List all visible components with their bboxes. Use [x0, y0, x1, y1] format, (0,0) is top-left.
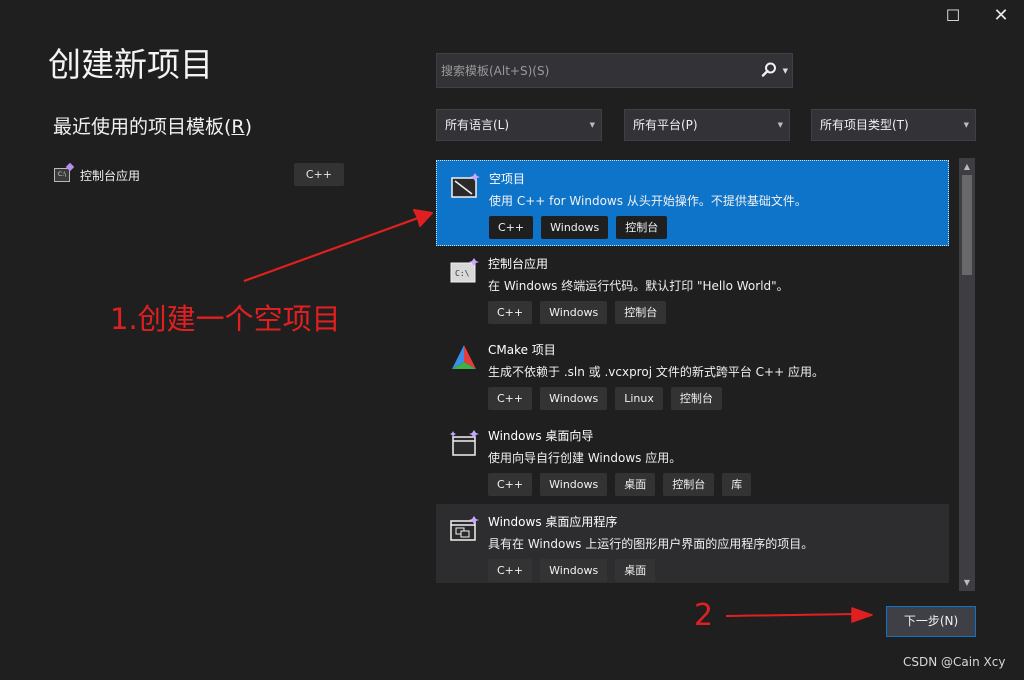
- template-title: Windows 桌面向导: [488, 429, 594, 443]
- search-icon[interactable]: [760, 61, 778, 79]
- tag: 控制台: [615, 301, 667, 324]
- template-list-scrollbar[interactable]: ▲ ▼: [959, 158, 975, 591]
- console-app-icon: C:\: [450, 258, 479, 283]
- template-card-cmake-project[interactable]: CMake 项目 生成不依赖于 .sln 或 .vcxproj 文件的新式跨平台…: [436, 332, 949, 418]
- tag: 库: [722, 473, 752, 496]
- watermark: CSDN @Cain Xcy: [903, 655, 1006, 669]
- template-card-windows-desktop-wizard[interactable]: Windows 桌面向导 使用向导自行创建 Windows 应用。 C++ Wi…: [436, 418, 949, 504]
- template-title: 空项目: [489, 172, 526, 186]
- search-input[interactable]: [437, 54, 757, 87]
- empty-project-icon: [451, 173, 480, 198]
- template-card-windows-desktop-app[interactable]: Windows 桌面应用程序 具有在 Windows 上运行的图形用户界面的应用…: [436, 504, 949, 583]
- tag: C++: [489, 216, 534, 239]
- template-tags: C++ Windows Linux 控制台: [488, 387, 722, 410]
- project-type-filter-dropdown[interactable]: 所有项目类型(T) ▼: [811, 109, 976, 141]
- windows-wizard-icon: [450, 430, 479, 456]
- template-title: 控制台应用: [488, 257, 549, 271]
- chevron-down-icon: ▼: [963, 121, 969, 129]
- platform-filter-value: 所有平台(P): [633, 118, 698, 132]
- template-tags: C++ Windows 桌面 控制台 库: [488, 473, 752, 496]
- language-badge: C++: [293, 163, 344, 186]
- scroll-down-icon[interactable]: ▼: [959, 578, 975, 587]
- template-card-empty-project[interactable]: 空项目 使用 C++ for Windows 从头开始操作。不提供基础文件。 C…: [436, 160, 949, 246]
- chevron-down-icon: ▼: [777, 121, 783, 129]
- tag: Windows: [541, 216, 609, 239]
- template-description: 生成不依赖于 .sln 或 .vcxproj 文件的新式跨平台 C++ 应用。: [488, 365, 824, 379]
- scroll-up-icon[interactable]: ▲: [959, 162, 975, 171]
- project-type-filter-value: 所有项目类型(T): [820, 118, 909, 132]
- chevron-down-icon[interactable]: ▼: [783, 67, 788, 75]
- template-tags: C++ Windows 桌面: [488, 559, 656, 582]
- recent-item-label: 控制台应用: [80, 168, 141, 183]
- annotation-step-1: 1.创建一个空项目: [110, 302, 341, 336]
- template-list: 空项目 使用 C++ for Windows 从头开始操作。不提供基础文件。 C…: [436, 158, 951, 583]
- template-search-box: ▼: [436, 53, 793, 88]
- template-tags: C++ Windows 控制台: [489, 216, 668, 239]
- annotation-step-2: 2: [694, 598, 714, 633]
- tag: 桌面: [615, 473, 656, 496]
- platform-filter-dropdown[interactable]: 所有平台(P) ▼: [624, 109, 790, 141]
- tag: C++: [488, 301, 533, 324]
- template-title: Windows 桌面应用程序: [488, 515, 618, 529]
- tag: 桌面: [615, 559, 656, 582]
- tag: Windows: [540, 301, 608, 324]
- tag: Windows: [540, 473, 608, 496]
- template-description: 使用向导自行创建 Windows 应用。: [488, 451, 682, 465]
- tag: 控制台: [663, 473, 715, 496]
- page-title: 创建新项目: [48, 45, 213, 84]
- cmake-icon: [452, 345, 476, 369]
- windows-desktop-app-icon: [450, 516, 479, 541]
- language-filter-dropdown[interactable]: 所有语言(L) ▼: [436, 109, 602, 141]
- tag: 控制台: [670, 387, 722, 410]
- console-app-icon: C:\: [54, 168, 70, 182]
- template-description: 使用 C++ for Windows 从头开始操作。不提供基础文件。: [489, 194, 807, 208]
- tag: Windows: [540, 387, 608, 410]
- tag: C++: [488, 387, 533, 410]
- template-title: CMake 项目: [488, 343, 556, 357]
- template-description: 具有在 Windows 上运行的图形用户界面的应用程序的项目。: [488, 537, 814, 551]
- tag: 控制台: [616, 216, 668, 239]
- maximize-button[interactable]: ☐: [938, 4, 968, 28]
- close-button[interactable]: ✕: [986, 4, 1016, 28]
- scrollbar-thumb[interactable]: [962, 175, 972, 275]
- arrow-to-next-button: [725, 607, 873, 623]
- arrow-to-empty-project: [243, 209, 433, 282]
- svg-text:C:\: C:\: [455, 269, 470, 278]
- tag: C++: [488, 473, 533, 496]
- recent-templates-heading: 最近使用的项目模板(R): [53, 116, 253, 138]
- template-card-console-app[interactable]: C:\ 控制台应用 在 Windows 终端运行代码。默认打印 "Hello W…: [436, 246, 949, 332]
- recent-item-console-app[interactable]: C:\ 控制台应用 C++: [54, 162, 348, 188]
- next-button[interactable]: 下一步(N): [886, 606, 976, 637]
- tag: C++: [488, 559, 533, 582]
- chevron-down-icon: ▼: [589, 121, 595, 129]
- template-description: 在 Windows 终端运行代码。默认打印 "Hello World"。: [488, 279, 789, 293]
- language-filter-value: 所有语言(L): [445, 118, 510, 132]
- tag: Linux: [615, 387, 663, 410]
- template-tags: C++ Windows 控制台: [488, 301, 667, 324]
- tag: Windows: [540, 559, 608, 582]
